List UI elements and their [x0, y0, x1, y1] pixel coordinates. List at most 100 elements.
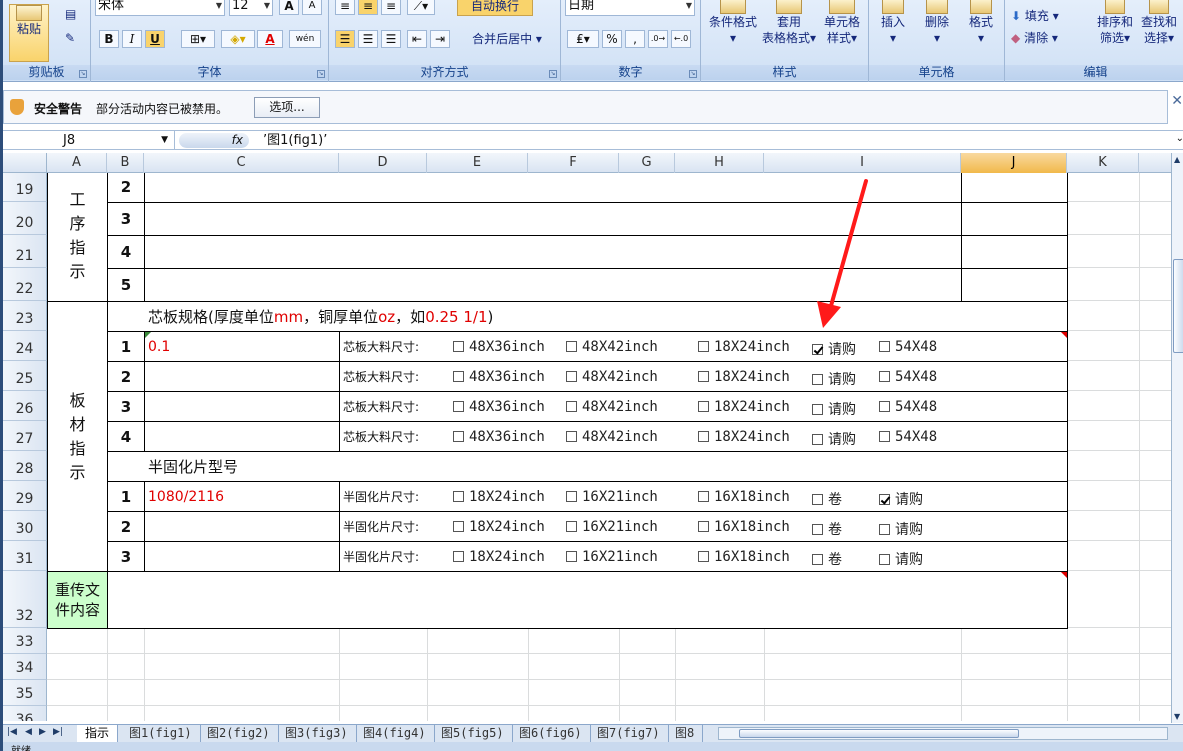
prepreg-value-cell[interactable]: 1080/2116 — [144, 481, 340, 512]
checkbox-icon[interactable] — [453, 521, 464, 532]
increase-decimal-icon[interactable]: .0→ — [648, 30, 668, 48]
column-header-f[interactable]: F — [528, 153, 619, 173]
sheet-tab[interactable]: 图1(fig1) — [121, 725, 201, 743]
checkbox-icon[interactable] — [566, 521, 577, 532]
row-header-36[interactable]: 36 — [3, 706, 47, 721]
row-header-19[interactable]: 19 — [3, 173, 47, 202]
prepreg-size-cell[interactable]: 半固化片尺寸: 18X24inch 16X21inch 16X18inch 卷 请购 — [339, 511, 1068, 542]
core-option[interactable]: 请购 — [812, 399, 856, 419]
checkbox-icon[interactable] — [566, 371, 577, 382]
horizontal-scrollbar[interactable] — [718, 727, 1168, 740]
cell-styles-button[interactable]: 单元格 样式▾ — [817, 0, 867, 46]
orientation-icon[interactable]: ⟋▾ — [407, 0, 435, 15]
checkbox-icon[interactable] — [879, 341, 890, 352]
align-right-icon[interactable]: ☰ — [381, 30, 401, 48]
process-content-cell[interactable] — [144, 202, 962, 236]
scroll-down-icon[interactable]: ▼ — [1174, 712, 1180, 721]
column-header-c[interactable]: C — [144, 153, 339, 173]
prepreg-option[interactable]: 18X24inch — [453, 549, 545, 565]
prepreg-option[interactable]: 16X18inch — [698, 519, 790, 535]
column-header-b[interactable]: B — [107, 153, 144, 173]
core-value-cell[interactable] — [144, 421, 340, 452]
currency-icon[interactable]: ₤▾ — [567, 30, 599, 48]
checkbox-icon[interactable] — [812, 374, 823, 385]
checkbox-icon[interactable] — [566, 431, 577, 442]
sheet-tab[interactable]: 图8 — [667, 725, 704, 743]
align-top-icon[interactable]: ≡ — [335, 0, 355, 15]
first-sheet-icon[interactable]: |◀ — [7, 727, 17, 737]
fill-button[interactable]: ⬇ 填充 ▾ — [1011, 8, 1059, 24]
row-header-28[interactable]: 28 — [3, 451, 47, 481]
select-all-corner[interactable] — [3, 153, 47, 173]
prepreg-option[interactable]: 请购 — [879, 489, 923, 509]
prev-sheet-icon[interactable]: ◀ — [25, 727, 32, 737]
row-header-21[interactable]: 21 — [3, 235, 47, 268]
core-size-cell[interactable]: 芯板大料尺寸: 48X36inch 48X42inch 18X24inch 请购 54X4… — [339, 421, 1068, 452]
sheet-grid[interactable]: 19 20 21 22 23 24 25 26 27 28 29 30 31 32 33 34 35 36 工序指示… — [3, 173, 1171, 721]
wrap-text-button[interactable]: 自动换行 — [457, 0, 533, 16]
row-header-29[interactable]: 29 — [3, 481, 47, 511]
core-option[interactable]: 请购 — [812, 429, 856, 449]
checkbox-icon[interactable] — [698, 491, 709, 502]
core-option[interactable]: 54X48 — [879, 399, 937, 415]
core-option[interactable]: 请购 — [812, 339, 856, 359]
bold-button[interactable]: B — [99, 30, 119, 48]
grow-font-button[interactable]: A — [279, 0, 299, 15]
checkbox-icon[interactable] — [698, 551, 709, 562]
prepreg-value-cell[interactable] — [144, 511, 340, 542]
sheet-tab[interactable]: 图4(fig4) — [355, 725, 435, 743]
checkbox-icon[interactable] — [698, 371, 709, 382]
checkbox-icon[interactable] — [812, 554, 823, 565]
name-box[interactable]: J8 ▼ — [3, 131, 175, 150]
checkbox-icon[interactable] — [879, 524, 890, 535]
prepreg-option[interactable]: 16X21inch — [566, 549, 658, 565]
prepreg-option[interactable]: 卷 — [812, 489, 842, 509]
process-extra-cell[interactable] — [961, 173, 1068, 203]
process-extra-cell[interactable] — [961, 235, 1068, 269]
row-header-23[interactable]: 23 — [3, 301, 47, 331]
row-header-22[interactable]: 22 — [3, 268, 47, 301]
core-option[interactable]: 48X36inch — [453, 429, 545, 445]
core-option[interactable]: 48X36inch — [453, 339, 545, 355]
checkbox-icon[interactable] — [812, 404, 823, 415]
checkbox-icon[interactable] — [566, 491, 577, 502]
prepreg-option[interactable]: 卷 — [812, 549, 842, 569]
sheet-tab[interactable]: 指示 — [77, 725, 119, 743]
row-header-24[interactable]: 24 — [3, 331, 47, 361]
reupload-content-cell[interactable] — [107, 571, 1068, 629]
clear-button[interactable]: ◆ 清除 ▾ — [1011, 30, 1058, 46]
row-header-25[interactable]: 25 — [3, 361, 47, 391]
checkbox-icon[interactable] — [879, 431, 890, 442]
core-value-cell[interactable] — [144, 391, 340, 422]
vertical-scrollbar[interactable]: ▲ ▼ — [1171, 153, 1183, 723]
sheet-tab[interactable]: 图2(fig2) — [199, 725, 279, 743]
scroll-up-icon[interactable]: ▲ — [1174, 155, 1180, 164]
checkbox-icon[interactable] — [879, 401, 890, 412]
process-content-cell[interactable] — [144, 235, 962, 269]
close-icon[interactable]: ✕ — [1171, 93, 1183, 109]
column-header-i[interactable]: I — [764, 153, 961, 173]
sheet-tab[interactable]: 图3(fig3) — [277, 725, 357, 743]
checkbox-icon[interactable] — [879, 371, 890, 382]
insert-button[interactable]: 插入 ▾ — [871, 0, 915, 46]
horizontal-scroll-thumb[interactable] — [739, 729, 1019, 738]
format-button[interactable]: 格式 ▾ — [959, 0, 1003, 46]
core-value-cell[interactable]: 0.1 — [144, 331, 340, 362]
column-header-a[interactable]: A — [47, 153, 107, 173]
align-bottom-icon[interactable]: ≡ — [381, 0, 401, 15]
expand-formula-icon[interactable]: ⌄ — [1176, 133, 1183, 144]
comma-button[interactable]: , — [625, 30, 645, 48]
vertical-scroll-thumb[interactable] — [1173, 259, 1183, 353]
font-size-combo[interactable]: 12 ▼ — [229, 0, 273, 16]
checkbox-icon[interactable] — [453, 401, 464, 412]
row-header-35[interactable]: 35 — [3, 680, 47, 706]
sheet-tab[interactable]: 图5(fig5) — [433, 725, 513, 743]
prepreg-option[interactable]: 16X18inch — [698, 489, 790, 505]
checkbox-icon[interactable] — [698, 431, 709, 442]
align-middle-icon[interactable]: ≡ — [358, 0, 378, 15]
format-painter-icon[interactable]: ✎ — [65, 30, 75, 46]
row-header-32[interactable]: 32 — [3, 571, 47, 628]
conditional-format-button[interactable]: 条件格式 ▾ — [705, 0, 761, 46]
core-option[interactable]: 48X42inch — [566, 339, 658, 355]
checkbox-icon[interactable] — [453, 431, 464, 442]
